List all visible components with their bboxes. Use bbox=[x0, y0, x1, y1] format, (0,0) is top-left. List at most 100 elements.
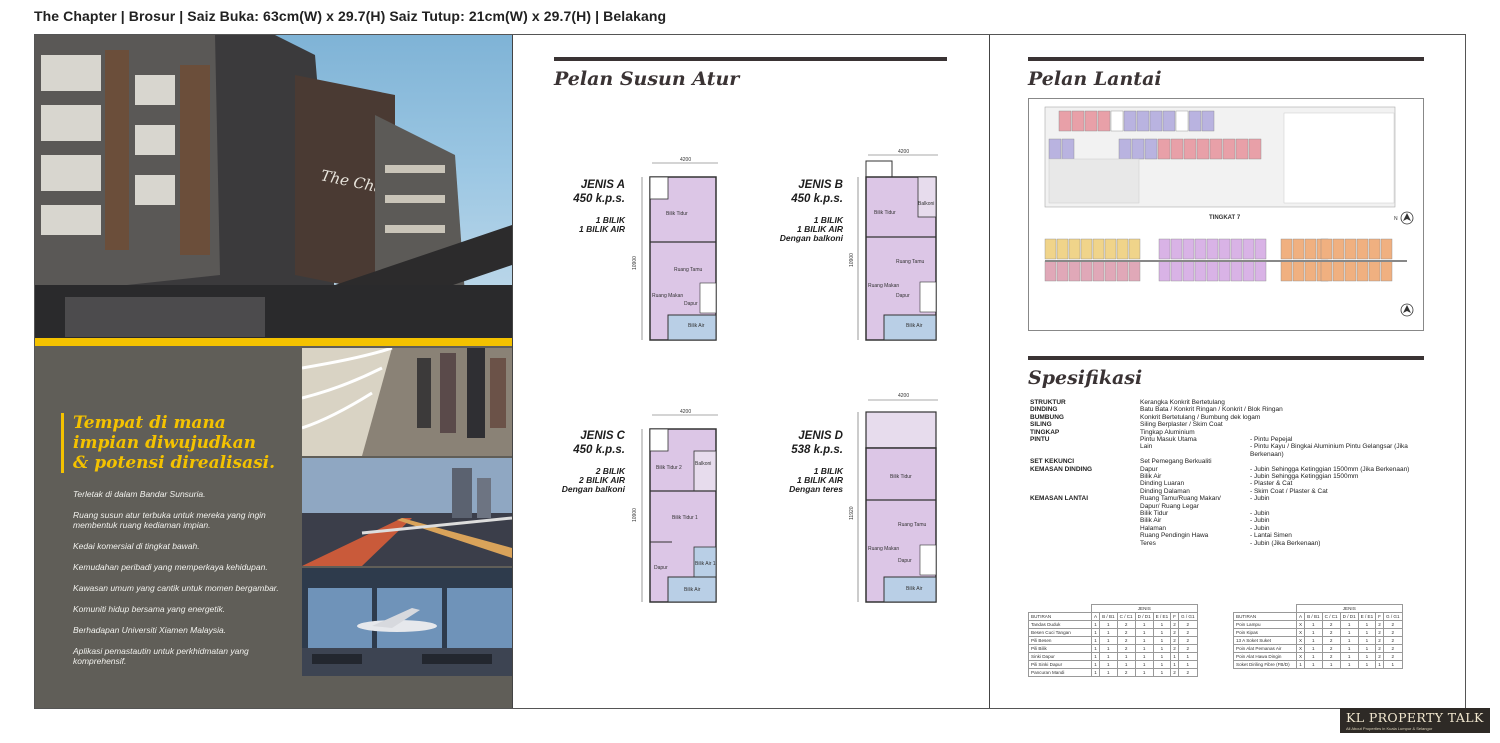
table-cell: 1 bbox=[1099, 628, 1118, 637]
table-cell: 2 bbox=[1321, 652, 1341, 661]
spec-value: Dapur/ Ruang Legar bbox=[1140, 502, 1199, 510]
table-cell: 2 bbox=[1321, 636, 1341, 645]
watermark-logo: KL PROPERTY TALK All About Properties in… bbox=[1340, 708, 1490, 733]
spec-key: KEMASAN DINDING bbox=[1030, 465, 1093, 473]
table-cell: X bbox=[1295, 620, 1306, 629]
table-row-label: Poin Kipas bbox=[1233, 628, 1297, 637]
table-col-header: A bbox=[1295, 612, 1306, 621]
table-cell: 1 bbox=[1116, 660, 1136, 669]
plan-desc: Dengan teres bbox=[789, 484, 843, 494]
table-cell: 1 bbox=[1099, 660, 1118, 669]
table-cell: 1 bbox=[1134, 652, 1154, 661]
table-cell: 1 bbox=[1382, 660, 1403, 669]
dimension-width: 4200 bbox=[898, 149, 909, 155]
plan-type: JENIS B bbox=[798, 179, 843, 191]
unit-block bbox=[1304, 238, 1317, 260]
table-cell: 1 bbox=[1152, 668, 1172, 677]
table-cell: 2 bbox=[1177, 620, 1198, 629]
unit-block bbox=[1104, 260, 1117, 282]
unit-block bbox=[1332, 260, 1345, 282]
spec-detail: - Jubin bbox=[1250, 524, 1270, 532]
table-cell: 2 bbox=[1116, 636, 1136, 645]
spec-key: STRUKTUR bbox=[1030, 399, 1066, 406]
unit-block bbox=[1175, 110, 1189, 132]
spec-value: Tingkap Aluminium bbox=[1140, 428, 1195, 436]
unit-block bbox=[1044, 260, 1057, 282]
spec-detail: - Lantai Simen bbox=[1250, 532, 1292, 540]
unit-block bbox=[1084, 110, 1098, 132]
spec-value: Ruang Pendingin Hawa bbox=[1140, 532, 1209, 540]
table-cell: 1 bbox=[1375, 660, 1384, 669]
unit-block bbox=[1209, 138, 1223, 160]
table-row-label: Tandas Duduk bbox=[1028, 620, 1092, 629]
unit-block bbox=[1068, 238, 1081, 260]
unit-block bbox=[1248, 138, 1262, 160]
spec-detail: - Plaster & Cat bbox=[1250, 480, 1293, 488]
spec-key: SILING bbox=[1030, 421, 1052, 429]
unit-block bbox=[1118, 138, 1132, 160]
table-row: 13 A Soket Suket X 1 2 1 1 2 2 bbox=[1233, 636, 1403, 645]
table-row: Pancuran Mandi 1 1 2 1 1 2 2 bbox=[1028, 668, 1198, 677]
table-cell: 2 bbox=[1116, 620, 1136, 629]
spec-value: Dinding Dalaman bbox=[1140, 487, 1190, 495]
table-col-header: D / D1 bbox=[1134, 612, 1154, 621]
room-label: Bilik Tidur bbox=[890, 474, 912, 480]
feature-item: Kedai komersial di tingkat bawah. bbox=[73, 541, 200, 551]
plan-size: 450 k.p.s. bbox=[791, 193, 843, 205]
brochure-spread: The Chapter Tempat di mana impian diwuju… bbox=[34, 34, 1466, 709]
unit-block bbox=[1242, 260, 1255, 282]
spec-key: PINTU bbox=[1030, 436, 1050, 443]
table-cell: 2 bbox=[1321, 644, 1341, 653]
table-cell: 1 bbox=[1295, 660, 1306, 669]
fixture-table-left: JENIS BUTIRAN A B / B1 C / C1 D / D1 E / E1 F G … bbox=[1028, 604, 1198, 677]
room-label: Ruang Tamu bbox=[674, 267, 702, 273]
table-cell: 2 bbox=[1321, 628, 1341, 637]
unit-block bbox=[1194, 260, 1207, 282]
table-cell: 1 bbox=[1090, 636, 1101, 645]
unit-block bbox=[1097, 110, 1111, 132]
table-cell: 1 bbox=[1090, 652, 1101, 661]
unit-block bbox=[1182, 238, 1195, 260]
corridor bbox=[1045, 260, 1407, 262]
table-cell: X bbox=[1295, 644, 1306, 653]
table-col-header: D / D1 bbox=[1339, 612, 1359, 621]
unit-block bbox=[1292, 260, 1305, 282]
table-cell: 1 bbox=[1090, 660, 1101, 669]
spec-detail: - Jubin bbox=[1250, 495, 1270, 503]
table-cell: 1 bbox=[1152, 652, 1172, 661]
spec-value: Kerangka Konkrit Bertetulang bbox=[1140, 399, 1225, 406]
spec-detail: - Pintu Pepejal bbox=[1250, 436, 1293, 443]
table-cell: 2 bbox=[1170, 620, 1179, 629]
plans-heading: Pelan Susun Atur bbox=[554, 68, 740, 90]
north-label: N bbox=[1394, 216, 1398, 222]
spec-detail: - Jubin Sehingga Ketinggian 1500mm (Jika… bbox=[1250, 465, 1410, 473]
room-label: Dapur bbox=[684, 301, 698, 307]
table-cell: 1 bbox=[1152, 620, 1172, 629]
feature-item: Ruang susun atur terbuka untuk mereka ya… bbox=[73, 510, 266, 530]
unit-block bbox=[1356, 238, 1369, 260]
table-cell: 2 bbox=[1375, 644, 1384, 653]
room-label: Dapur bbox=[896, 293, 910, 299]
spec-key: BUMBUNG bbox=[1030, 413, 1064, 421]
table-cell: 1 bbox=[1099, 652, 1118, 661]
table-cell: 1 bbox=[1134, 660, 1154, 669]
plan-label-d: JENIS D 538 k.p.s. 1 BILIK 1 BILIK AIR D… bbox=[753, 429, 843, 494]
feature-item: Kawasan umum yang cantik untuk momen ber… bbox=[73, 583, 279, 593]
unit-block bbox=[1344, 238, 1357, 260]
table-col-header: B / B1 bbox=[1304, 612, 1323, 621]
specification-list: STRUKTUR Kerangka Konkrit Bertetulang DIND… bbox=[1030, 399, 1430, 569]
unit-block bbox=[1080, 260, 1093, 282]
table-group-header: JENIS bbox=[1091, 604, 1198, 613]
table-cell: 2 bbox=[1375, 652, 1384, 661]
table-cell: 1 bbox=[1099, 636, 1118, 645]
table-row-label: Pili Sinki Dapur bbox=[1028, 660, 1092, 669]
table-cell: 2 bbox=[1170, 668, 1179, 677]
unit-block bbox=[1280, 260, 1293, 282]
table-cell: 1 bbox=[1090, 644, 1101, 653]
photo-airport bbox=[302, 568, 512, 676]
dimension-width: 4200 bbox=[680, 157, 691, 163]
table-cell: 1 bbox=[1134, 644, 1154, 653]
table-cell: 1 bbox=[1339, 636, 1359, 645]
dimension-width: 4200 bbox=[680, 409, 691, 415]
table-col-header: E / E1 bbox=[1357, 612, 1377, 621]
